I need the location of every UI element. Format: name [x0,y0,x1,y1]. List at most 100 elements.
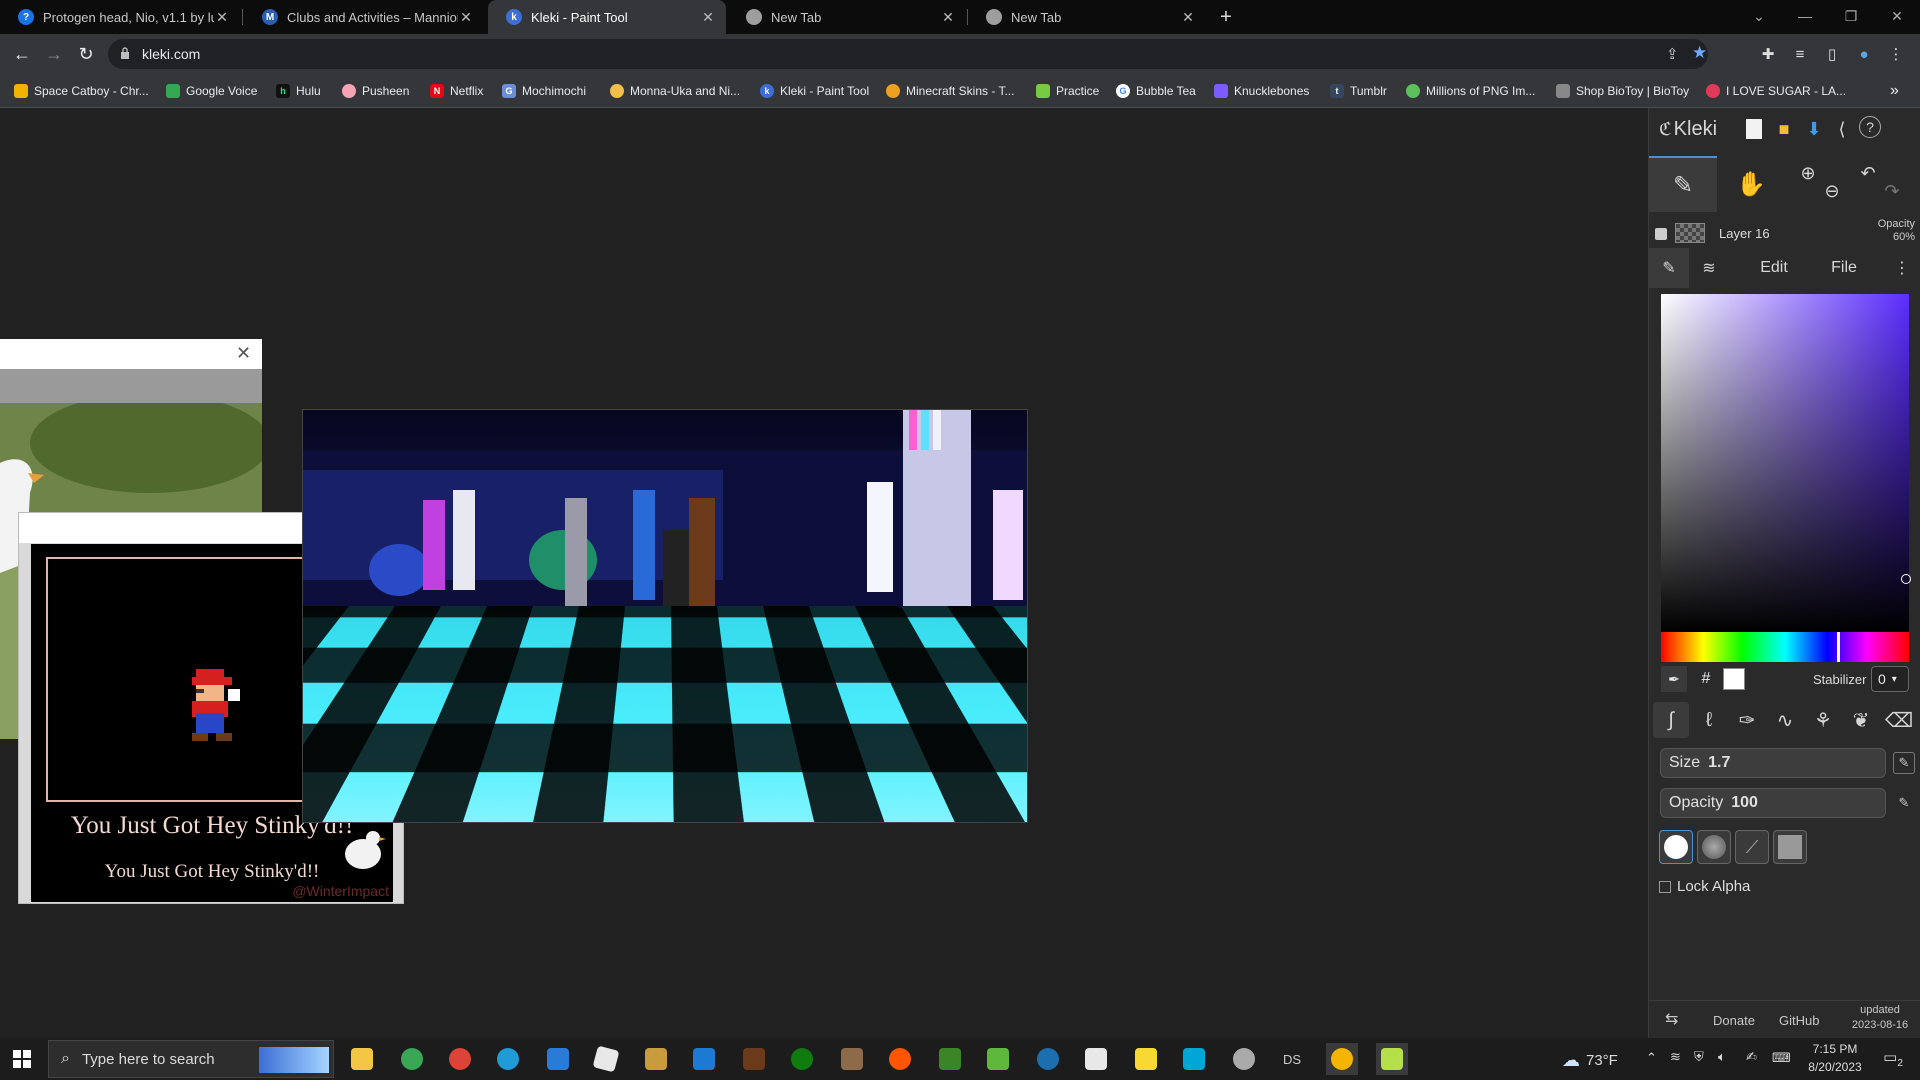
kleki-app-icon[interactable] [1376,1043,1408,1075]
size-pressure-toggle-icon[interactable]: ✎ [1893,752,1915,774]
blend-brush-icon[interactable]: ℓ [1691,702,1727,738]
more-options-icon[interactable]: ⋮ [1887,248,1917,288]
security-icon[interactable]: ⛨ [1694,1049,1704,1065]
bookmark-item[interactable]: Shop BioToy | BioToy [1556,74,1689,108]
bookmark-item[interactable]: I LOVE SUGAR - LA... [1706,74,1846,108]
chrome-profile-icon[interactable] [444,1043,476,1075]
zoom-in-icon[interactable]: ⊕ [1795,160,1821,186]
back-button[interactable]: ← [10,42,34,66]
lock-alpha-checkbox[interactable] [1659,881,1671,893]
xbox-icon[interactable] [786,1043,818,1075]
file-explorer-icon[interactable] [346,1043,378,1075]
tab-brush[interactable]: ✎ [1649,248,1689,288]
wave-app-icon[interactable] [1178,1043,1210,1075]
close-icon[interactable]: ✕ [700,9,716,26]
bookmark-item[interactable]: G Mochimochi [502,74,586,108]
microsoft-store-icon[interactable] [542,1043,574,1075]
tab-search-icon[interactable]: ⌄ [1736,0,1782,32]
hue-slider[interactable] [1661,632,1909,662]
tab-edit[interactable]: Edit [1739,248,1809,288]
soundcloud-icon[interactable] [884,1043,916,1075]
network-icon[interactable]: ≋ [1670,1049,1681,1065]
brush-shape-soft[interactable] [1697,830,1731,864]
redo-icon[interactable]: ↷ [1879,178,1905,204]
profile-avatar-icon[interactable]: ● [1854,44,1874,64]
taskbar-search-box[interactable]: ⌕ Type here to search [48,1040,334,1078]
tab-kleki[interactable]: k Kleki - Paint Tool ✕ [488,0,726,34]
bookmark-item[interactable]: Space Catboy - Chr... [14,74,149,108]
minecraft-launcher-icon[interactable] [982,1043,1014,1075]
current-color-swatch[interactable] [1723,668,1745,690]
ds-app-icon[interactable]: DS [1276,1043,1308,1075]
close-icon[interactable]: ✕ [1180,9,1196,26]
tab-new-tab-1[interactable]: New Tab ✕ [728,0,966,34]
chrome-active-icon[interactable] [1326,1043,1358,1075]
open-folder-icon[interactable]: ■ [1771,116,1797,142]
sticky-notes-icon[interactable] [1130,1043,1162,1075]
download-icon[interactable]: ⬇ [1801,116,1827,142]
bookmark-item[interactable]: h Hulu [276,74,321,108]
stabilizer-select[interactable]: 0 ▾ [1871,666,1909,692]
game-icon[interactable] [836,1043,868,1075]
bookmark-item[interactable]: Monna-Uka and Ni... [610,74,740,108]
address-bar[interactable]: kleki.com ⇪ ★ [108,39,1708,69]
notification-center-icon[interactable]: ▭2 [1878,1048,1908,1070]
kleki-logo[interactable]: ℭ Kleki [1659,118,1717,141]
steam-icon[interactable] [1032,1043,1064,1075]
swap-layout-icon[interactable]: ⇆ [1665,1009,1678,1029]
zoom-out-icon[interactable]: ⊖ [1819,178,1845,204]
color-picker-handle[interactable] [1901,574,1911,584]
url-text[interactable]: kleki.com [142,46,200,62]
bookmark-item[interactable]: t Tumblr [1330,74,1387,108]
hand-tool-button[interactable]: ✋ [1717,156,1785,212]
chrome-icon[interactable] [396,1043,428,1075]
size-slider[interactable]: Size 1.7 [1660,748,1886,778]
color-saturation-value-picker[interactable] [1661,294,1909,632]
reload-button[interactable]: ↻ [74,42,98,66]
layer-visibility-checkbox[interactable] [1655,228,1667,240]
tray-chevron-icon[interactable]: ⌃ [1646,1050,1657,1066]
bookmark-item[interactable]: Practice [1036,74,1099,108]
edge-icon[interactable] [492,1043,524,1075]
chemy-brush-icon[interactable]: ⚘ [1805,702,1841,738]
new-image-icon[interactable] [1741,116,1767,142]
paint-icon[interactable] [1080,1043,1112,1075]
bookmark-item[interactable]: G Bubble Tea [1116,74,1196,108]
brush-shape-circle[interactable] [1659,830,1693,864]
sketchy-brush-icon[interactable]: ✑ [1729,702,1765,738]
help-icon[interactable]: ? [1859,116,1881,138]
tab-new-tab-2[interactable]: New Tab ✕ [968,0,1206,34]
active-layer-row[interactable]: Layer 16 Opacity 60% [1649,216,1920,252]
smudge-brush-icon[interactable]: ❦ [1843,702,1879,738]
window-close-button[interactable]: ✕ [1874,0,1920,32]
extensions-icon[interactable]: ✚ [1758,44,1778,64]
forward-button[interactable]: → [42,42,66,66]
bookmark-item[interactable]: Knucklebones [1214,74,1309,108]
brush-opacity-slider[interactable]: Opacity 100 [1660,788,1886,818]
close-icon[interactable]: ✕ [940,9,956,26]
volume-icon[interactable]: 🔈︎ [1718,1049,1726,1065]
eraser-icon[interactable]: ⌫ [1881,702,1917,738]
clock-date[interactable]: 8/20/2023 [1800,1060,1870,1074]
brush-shape-chisel[interactable]: ⟋ [1735,830,1769,864]
windows-start-icon[interactable] [6,1043,38,1075]
new-tab-button[interactable]: + [1214,5,1238,29]
side-panel-icon[interactable]: ▯ [1822,44,1842,64]
bookmark-item[interactable]: Pusheen [342,74,409,108]
bookmarks-overflow-button[interactable]: » [1890,74,1899,108]
tab-file[interactable]: File [1809,248,1879,288]
kleki-canvas-workspace[interactable]: ✕ ✕ [0,108,1648,1038]
app-blue-icon[interactable] [688,1043,720,1075]
donate-link[interactable]: Donate [1713,1013,1755,1028]
tab-protogen[interactable]: ? Protogen head, Nio, v1.1 by lutra ✕ [0,0,240,34]
menu-kebab-icon[interactable]: ⋮ [1886,44,1906,64]
share-icon[interactable]: ⇪ [1666,45,1679,63]
app-grey-icon[interactable] [1228,1043,1260,1075]
brush-tool-button[interactable]: ✎ [1649,156,1717,212]
keyboard-icon[interactable]: ⌨ [1772,1050,1791,1066]
close-icon[interactable]: ✕ [214,9,230,26]
dance-party-drawing[interactable] [302,409,1028,823]
undo-icon[interactable]: ↶ [1855,160,1881,186]
league-icon[interactable] [640,1043,672,1075]
pen-brush-icon[interactable]: ∫ [1653,702,1689,738]
